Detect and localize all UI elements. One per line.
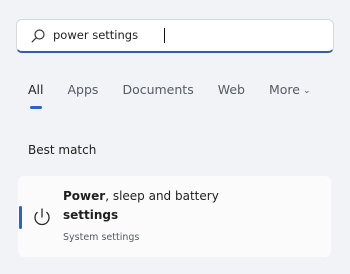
filter-tabs: All Apps Documents Web More ⌄: [28, 82, 335, 109]
result-title-match: Power: [63, 189, 106, 203]
result-title-rest: , sleep and battery: [105, 189, 219, 203]
tab-apps-label: Apps: [67, 82, 99, 97]
section-heading-best-match: Best match: [28, 143, 97, 157]
result-title: Power, sleep and battery settings: [63, 187, 283, 225]
tab-web-label: Web: [217, 82, 245, 97]
tab-all[interactable]: All: [28, 82, 44, 109]
tab-documents[interactable]: Documents: [122, 82, 193, 108]
tab-apps[interactable]: Apps: [68, 82, 99, 108]
search-icon: [30, 28, 46, 44]
search-box[interactable]: [16, 19, 334, 53]
tab-all-label: All: [28, 82, 44, 97]
text-caret: [164, 28, 165, 43]
search-input[interactable]: [53, 20, 323, 51]
power-icon: [31, 206, 53, 228]
tab-more[interactable]: More ⌄: [269, 82, 311, 108]
result-title-line2: settings: [63, 208, 119, 222]
tab-web[interactable]: Web: [218, 82, 245, 108]
chevron-down-icon: ⌄: [302, 86, 311, 96]
selection-indicator: [19, 206, 22, 229]
active-tab-indicator: [30, 106, 42, 109]
tab-more-label: More: [268, 82, 300, 97]
tab-documents-label: Documents: [122, 82, 194, 97]
best-match-result[interactable]: Power, sleep and battery settings System…: [18, 176, 331, 257]
result-subtitle: System settings: [63, 232, 140, 243]
